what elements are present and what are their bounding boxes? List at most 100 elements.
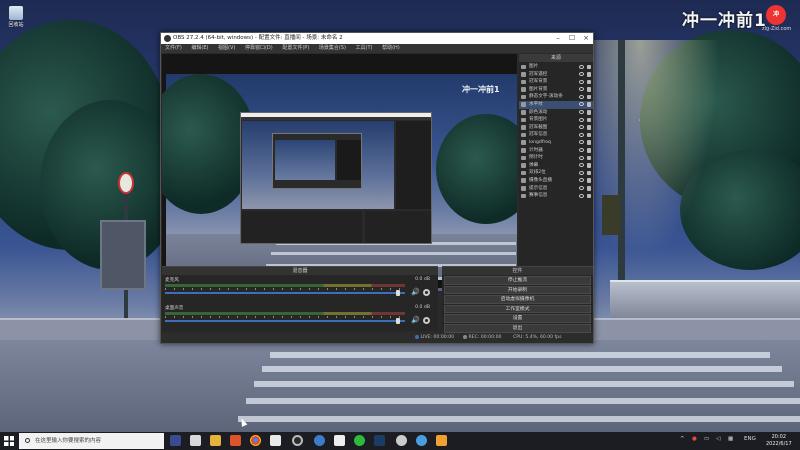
wechat-icon[interactable] (354, 435, 365, 446)
gear-icon[interactable] (423, 289, 430, 296)
visibility-eye-icon[interactable] (579, 72, 584, 77)
source-item[interactable]: 冠军信息 (519, 131, 593, 139)
obs-taskbar-icon[interactable] (292, 435, 303, 446)
taskbar-app-icon[interactable] (230, 435, 241, 446)
lock-icon[interactable] (587, 132, 591, 138)
speaker-icon[interactable]: 🔊 (411, 317, 420, 324)
close-button[interactable]: × (579, 33, 593, 44)
taskbar-search-box[interactable]: 在这里输入你要搜索的内容 (19, 433, 164, 449)
studio-mode-button[interactable]: 工作室模式 (444, 304, 591, 314)
source-item[interactable]: 双排2位 (519, 169, 593, 177)
taskbar-app-icon[interactable] (314, 435, 325, 446)
tray-app-icon[interactable]: ● (692, 436, 697, 442)
visibility-eye-icon[interactable] (579, 132, 584, 137)
source-item[interactable]: 颜色滚动 (519, 109, 593, 117)
visibility-eye-icon[interactable] (579, 170, 584, 175)
lock-icon[interactable] (587, 94, 591, 100)
lock-icon[interactable] (587, 155, 591, 161)
lock-icon[interactable] (587, 110, 591, 115)
desktop-icon-recycle-bin[interactable]: 回收站 (6, 6, 26, 28)
source-item[interactable]: 水平纹 (519, 100, 593, 109)
source-item[interactable]: longdfroq (519, 139, 593, 147)
lock-icon[interactable] (587, 72, 591, 77)
lock-icon[interactable] (587, 102, 591, 107)
lock-icon[interactable] (587, 193, 591, 199)
visibility-eye-icon[interactable] (579, 117, 584, 122)
lock-icon[interactable] (587, 148, 591, 153)
visibility-eye-icon[interactable] (579, 64, 584, 69)
menu-help[interactable]: 帮助(H) (378, 44, 404, 53)
visibility-eye-icon[interactable] (579, 186, 584, 190)
source-item[interactable]: 背景图片 (519, 116, 593, 124)
chrome-icon[interactable] (250, 435, 261, 446)
taskbar-app-icon[interactable] (396, 435, 407, 446)
source-item[interactable]: 静态文字-滚动条 (519, 93, 593, 101)
source-item[interactable]: 冠军遥控 (519, 71, 593, 79)
source-item[interactable]: 图片背景 (519, 86, 593, 94)
taskbar-app-icon[interactable] (334, 435, 345, 446)
network-icon[interactable]: ▭ (704, 436, 709, 442)
lock-icon[interactable] (587, 170, 591, 176)
visibility-eye-icon[interactable] (579, 79, 584, 84)
taskbar-app-icon[interactable] (170, 435, 181, 446)
start-button[interactable] (4, 436, 14, 446)
start-recording-button[interactable]: 开始录制 (444, 285, 591, 295)
taskbar-clock[interactable]: 20:02 2022/6/17 (766, 434, 792, 448)
input-language[interactable]: ENG (744, 436, 756, 442)
lock-icon[interactable] (587, 117, 591, 123)
source-item[interactable]: 冠军背景 (519, 78, 593, 86)
visibility-eye-icon[interactable] (579, 87, 584, 92)
menu-scene-collection[interactable]: 场景集合(S) (315, 44, 350, 53)
visibility-eye-icon[interactable] (579, 178, 584, 183)
source-item[interactable]: 提示信息 (519, 185, 593, 193)
visibility-eye-icon[interactable] (579, 163, 584, 168)
volume-slider-handle[interactable] (396, 290, 401, 296)
visibility-eye-icon[interactable] (579, 193, 584, 198)
start-virtual-camera-button[interactable]: 启动虚拟摄像机 (444, 295, 591, 304)
taskbar-app-icon[interactable] (270, 435, 281, 446)
lock-icon[interactable] (587, 163, 591, 168)
visibility-eye-icon[interactable] (579, 140, 584, 145)
menu-file[interactable]: 文件(F) (161, 44, 186, 53)
lock-icon[interactable] (587, 186, 591, 191)
visibility-eye-icon[interactable] (579, 125, 584, 130)
stop-streaming-button[interactable]: 停止推流 (444, 276, 591, 285)
source-item[interactable]: 冠军截图 (519, 124, 593, 132)
lock-icon[interactable] (587, 125, 591, 130)
volume-slider[interactable] (165, 292, 405, 294)
menu-edit[interactable]: 编辑(E) (187, 44, 212, 53)
exit-button[interactable]: 退出 (444, 323, 591, 333)
lock-icon[interactable] (587, 79, 591, 85)
visibility-eye-icon[interactable] (579, 102, 584, 107)
visibility-eye-icon[interactable] (579, 110, 584, 115)
source-item[interactable]: 计时器 (519, 147, 593, 155)
lock-icon[interactable] (587, 87, 591, 92)
keyboard-icon[interactable]: ▦ (728, 436, 733, 442)
steam-icon[interactable] (374, 435, 385, 446)
source-item[interactable]: 弹幕 (519, 162, 593, 170)
taskbar-app-icon[interactable] (416, 435, 427, 446)
settings-button[interactable]: 设置 (444, 314, 591, 323)
gear-icon[interactable] (423, 317, 430, 324)
volume-slider-handle[interactable] (396, 318, 401, 324)
tray-chevron-icon[interactable]: ^ (680, 436, 685, 442)
maximize-button[interactable]: ☐ (565, 33, 579, 44)
visibility-eye-icon[interactable] (579, 148, 584, 153)
source-item[interactable]: 倒计时 (519, 154, 593, 162)
file-explorer-icon[interactable] (210, 435, 221, 446)
menu-docks[interactable]: 停靠窗口(D) (241, 44, 277, 53)
speaker-icon[interactable]: 🔊 (411, 289, 420, 296)
title-bar[interactable]: OBS 27.2.4 (64-bit, windows) - 配置文件: 直播间… (161, 33, 593, 44)
menu-profile[interactable]: 配置文件(P) (278, 44, 313, 53)
volume-icon[interactable]: ◁ (716, 436, 720, 442)
visibility-eye-icon[interactable] (579, 155, 584, 160)
lock-icon[interactable] (587, 178, 591, 183)
menu-tools[interactable]: 工具(T) (352, 44, 377, 53)
taskbar-app-icon[interactable] (436, 435, 447, 446)
lock-icon[interactable] (587, 64, 591, 69)
minimize-button[interactable]: – (551, 33, 565, 44)
visibility-eye-icon[interactable] (579, 94, 584, 99)
volume-slider[interactable] (165, 320, 405, 322)
cloud-icon[interactable] (190, 435, 201, 446)
source-item[interactable]: 摄像头直播 (519, 177, 593, 185)
